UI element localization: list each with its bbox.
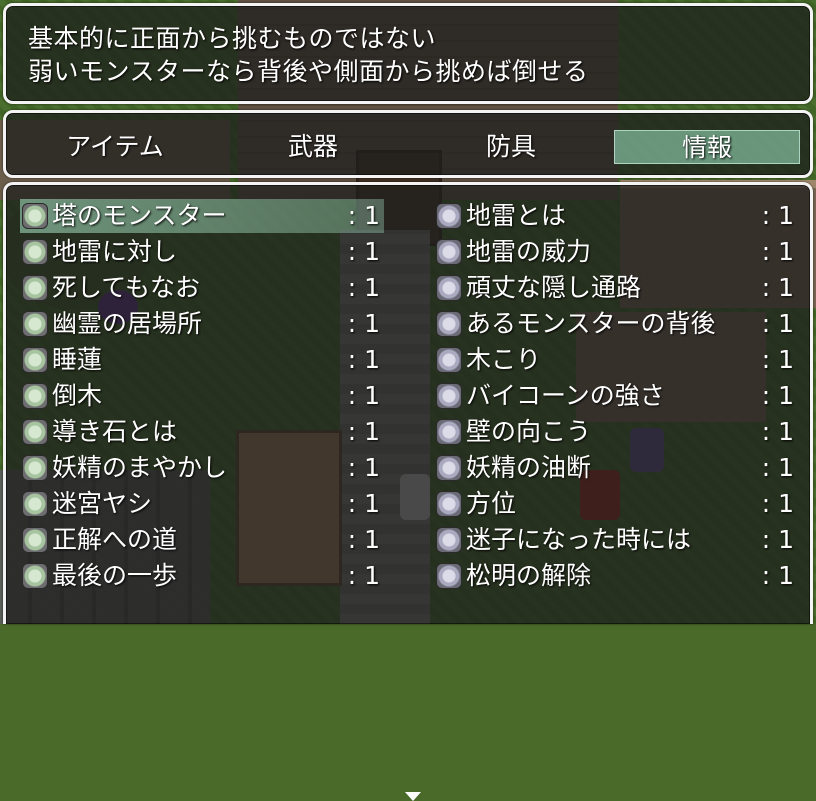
item-count: : 1 <box>347 381 380 410</box>
list-item[interactable]: あるモンスターの背後 : 1 <box>434 307 798 341</box>
item-count: : 1 <box>761 345 794 374</box>
orb-icon <box>22 563 48 589</box>
item-name: 妖精のまやかし <box>52 453 228 482</box>
orb-icon <box>22 419 48 445</box>
item-name: 正解への道 <box>52 525 178 554</box>
list-item[interactable]: 松明の解除 : 1 <box>434 559 798 593</box>
item-count: : 1 <box>761 237 794 266</box>
list-item[interactable]: 頑丈な隠し通路 : 1 <box>434 271 798 305</box>
item-count: : 1 <box>761 381 794 410</box>
scroll-down-arrow-icon[interactable] <box>405 792 421 801</box>
item-list-window: 塔のモンスター : 1 地雷に対し : 1 死してもなお : 1 幽霊の居場所 : 1 睡蓮 : … <box>3 182 813 801</box>
list-item[interactable]: 地雷の威力 : 1 <box>434 235 798 269</box>
category-window: アイテム 武器 防具 情報 <box>3 110 813 178</box>
item-name: 導き石とは <box>52 417 178 446</box>
list-item[interactable]: 導き石とは : 1 <box>20 415 384 449</box>
item-count: : 1 <box>347 309 380 338</box>
orb-icon <box>436 527 462 553</box>
orb-icon <box>436 419 462 445</box>
category-weapon[interactable]: 武器 <box>220 130 406 164</box>
list-item[interactable]: 正解への道 : 1 <box>20 523 384 557</box>
help-text-line-1: 基本的に正面から挑むものではない <box>28 24 437 53</box>
help-window: 基本的に正面から挑むものではない 弱いモンスターなら背後や側面から挑めば倒せる <box>3 3 813 104</box>
category-info[interactable]: 情報 <box>614 130 800 164</box>
item-name: 最後の一歩 <box>52 561 178 590</box>
item-name: 迷子になった時には <box>466 525 692 554</box>
orb-icon <box>436 383 462 409</box>
list-item[interactable]: 迷子になった時には : 1 <box>434 523 798 557</box>
list-item[interactable]: 壁の向こう : 1 <box>434 415 798 449</box>
item-name: 地雷の威力 <box>466 237 592 266</box>
orb-icon <box>436 491 462 517</box>
category-armor[interactable]: 防具 <box>418 130 604 164</box>
item-name: 睡蓮 <box>52 345 103 374</box>
orb-icon <box>22 383 48 409</box>
list-item[interactable]: 妖精の油断 : 1 <box>434 451 798 485</box>
category-item[interactable]: アイテム <box>22 130 208 164</box>
list-item[interactable]: 倒木 : 1 <box>20 379 384 413</box>
item-count: : 1 <box>347 201 380 230</box>
item-name: 幽霊の居場所 <box>52 309 203 338</box>
item-count: : 1 <box>761 561 794 590</box>
item-count: : 1 <box>761 417 794 446</box>
item-count: : 1 <box>347 273 380 302</box>
item-count: : 1 <box>347 417 380 446</box>
orb-icon <box>436 563 462 589</box>
list-item[interactable]: 地雷とは : 1 <box>434 199 798 233</box>
list-item[interactable]: 方位 : 1 <box>434 487 798 521</box>
orb-icon <box>436 347 462 373</box>
item-count: : 1 <box>761 201 794 230</box>
item-name: 地雷に対し <box>52 237 178 266</box>
item-name: バイコーンの強さ <box>466 381 665 410</box>
item-name: 妖精の油断 <box>466 453 592 482</box>
list-item[interactable]: 塔のモンスター : 1 <box>20 199 384 233</box>
orb-icon <box>436 275 462 301</box>
item-count: : 1 <box>761 309 794 338</box>
item-count: : 1 <box>347 345 380 374</box>
item-name: 地雷とは <box>466 201 567 230</box>
orb-icon <box>436 239 462 265</box>
orb-icon <box>436 311 462 337</box>
item-name: 死してもなお <box>52 273 201 302</box>
item-count: : 1 <box>347 453 380 482</box>
item-count: : 1 <box>761 525 794 554</box>
orb-icon <box>22 203 48 229</box>
item-count: : 1 <box>347 489 380 518</box>
orb-icon <box>436 455 462 481</box>
orb-icon <box>22 527 48 553</box>
item-name: 木こり <box>466 345 542 374</box>
item-count: : 1 <box>347 237 380 266</box>
orb-icon <box>22 347 48 373</box>
list-item[interactable]: 最後の一歩 : 1 <box>20 559 384 593</box>
list-item[interactable]: 睡蓮 : 1 <box>20 343 384 377</box>
item-name: あるモンスターの背後 <box>466 309 716 338</box>
orb-icon <box>22 311 48 337</box>
item-name: 方位 <box>466 489 517 518</box>
orb-icon <box>22 239 48 265</box>
item-name: 壁の向こう <box>466 417 592 446</box>
item-count: : 1 <box>347 561 380 590</box>
help-text-line-2: 弱いモンスターなら背後や側面から挑めば倒せる <box>28 57 589 86</box>
item-count: : 1 <box>347 525 380 554</box>
item-name: 頑丈な隠し通路 <box>466 273 642 302</box>
list-item[interactable]: 地雷に対し : 1 <box>20 235 384 269</box>
orb-icon <box>22 491 48 517</box>
list-item[interactable]: バイコーンの強さ : 1 <box>434 379 798 413</box>
list-item[interactable]: 死してもなお : 1 <box>20 271 384 305</box>
item-count: : 1 <box>761 489 794 518</box>
orb-icon <box>22 275 48 301</box>
list-item[interactable]: 幽霊の居場所 : 1 <box>20 307 384 341</box>
orb-icon <box>22 455 48 481</box>
list-item[interactable]: 木こり : 1 <box>434 343 798 377</box>
orb-icon <box>436 203 462 229</box>
list-item[interactable]: 妖精のまやかし : 1 <box>20 451 384 485</box>
item-name: 倒木 <box>52 381 103 410</box>
item-name: 迷宮ヤシ <box>52 489 153 518</box>
list-item[interactable]: 迷宮ヤシ : 1 <box>20 487 384 521</box>
item-count: : 1 <box>761 273 794 302</box>
item-count: : 1 <box>761 453 794 482</box>
item-name: 塔のモンスター <box>52 201 227 230</box>
item-name: 松明の解除 <box>466 561 592 590</box>
